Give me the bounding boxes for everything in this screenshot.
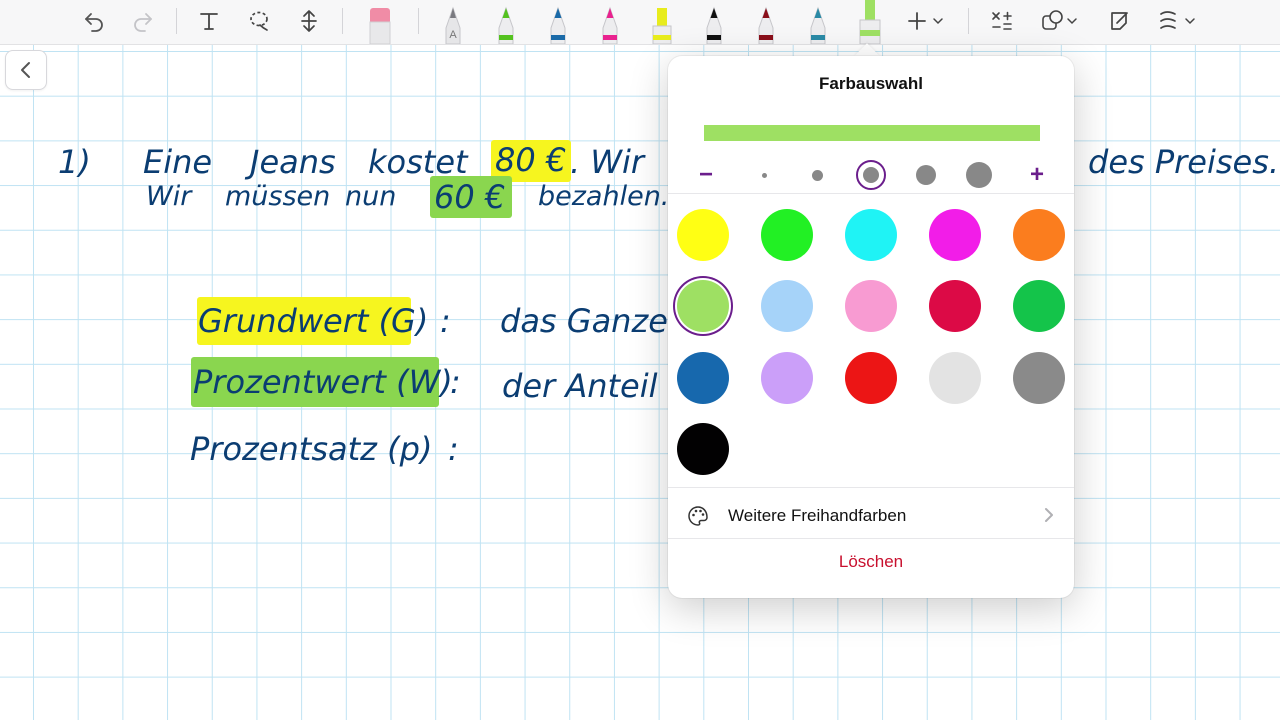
yellow-highlighter-tool[interactable]	[649, 2, 675, 45]
chevron-left-icon	[21, 62, 30, 78]
handwriting-word: . Wir	[570, 143, 645, 181]
color-swatch[interactable]	[1013, 209, 1065, 261]
handwriting-word: Wir	[146, 181, 192, 212]
decrease-size-button[interactable]: −	[688, 156, 724, 194]
add-icon[interactable]	[903, 4, 949, 38]
color-swatch[interactable]	[677, 352, 729, 404]
colon: :	[450, 363, 461, 401]
color-swatch[interactable]	[845, 280, 897, 332]
color-swatch-selected[interactable]	[677, 280, 729, 332]
stroke-size-selector: − +	[668, 156, 1074, 194]
term-prozentwert: Prozentwert (W)	[193, 363, 453, 401]
shapes-tool-icon[interactable]	[1037, 4, 1083, 38]
divider	[668, 538, 1074, 539]
chevron-right-icon	[1045, 508, 1053, 522]
handwriting-word: müssen	[225, 181, 331, 212]
color-swatch[interactable]	[845, 209, 897, 261]
stroke-preview	[704, 125, 1040, 141]
lasso-tool-icon[interactable]	[243, 4, 275, 38]
size-option[interactable]	[799, 156, 835, 194]
toolbar-divider	[176, 8, 177, 34]
green-pen-tool[interactable]	[493, 2, 519, 45]
color-swatch[interactable]	[929, 280, 981, 332]
color-swatch[interactable]	[677, 209, 729, 261]
color-swatch[interactable]	[1013, 352, 1065, 404]
handwriting-word: nun	[345, 181, 397, 212]
color-swatch[interactable]	[1013, 280, 1065, 332]
color-swatch[interactable]	[761, 209, 813, 261]
size-option[interactable]	[961, 156, 997, 194]
toolbar-divider	[418, 8, 419, 34]
handwriting-price: 80 €	[495, 141, 567, 179]
handwriting-word: Eine	[143, 143, 213, 181]
color-swatch[interactable]	[761, 352, 813, 404]
handwriting-word: des Preises.	[1088, 143, 1280, 181]
eraser-tool[interactable]	[367, 2, 393, 45]
color-swatch[interactable]	[845, 352, 897, 404]
color-picker-popover: Farbauswahl − + Weitere Freihandfarben L…	[668, 56, 1074, 598]
back-button[interactable]	[5, 50, 47, 90]
colon: :	[440, 302, 451, 340]
colon: :	[448, 430, 459, 468]
magenta-pen-tool[interactable]	[597, 2, 623, 45]
toolbar: A	[0, 0, 1280, 45]
handwriting-word: bezahlen.	[538, 181, 670, 212]
handwriting-number: 1)	[58, 143, 91, 181]
text-tool-icon[interactable]	[193, 4, 225, 38]
svg-text:A: A	[449, 29, 457, 41]
sticky-note-icon[interactable]	[1104, 4, 1136, 38]
term-prozentsatz: Prozentsatz (p)	[190, 430, 433, 468]
size-option[interactable]	[746, 156, 782, 194]
green-highlighter-tool[interactable]	[857, 0, 883, 45]
more-colors-label: Weitere Freihandfarben	[728, 506, 907, 525]
color-swatch[interactable]	[761, 280, 813, 332]
size-option[interactable]	[908, 156, 944, 194]
toolbar-divider	[342, 8, 343, 34]
handwriting-price: 60 €	[434, 178, 506, 216]
popover-title: Farbauswahl	[819, 74, 923, 93]
more-colors-row[interactable]: Weitere Freihandfarben	[668, 496, 1074, 536]
undo-icon[interactable]	[78, 4, 110, 38]
increase-size-button[interactable]: +	[1019, 156, 1055, 194]
handwriting-word: Jeans	[250, 143, 336, 181]
definition-prozentwert: der Anteil	[502, 367, 658, 405]
toolbar-divider	[968, 8, 969, 34]
color-swatch[interactable]	[677, 423, 729, 475]
color-swatch[interactable]	[929, 209, 981, 261]
pen-style-icon[interactable]	[1155, 4, 1201, 38]
term-grundwert: Grundwert (G)	[198, 302, 429, 340]
divider	[668, 487, 1074, 488]
black-pen-tool[interactable]	[701, 2, 727, 45]
palette-icon	[688, 506, 708, 526]
color-swatch[interactable]	[929, 352, 981, 404]
teal-pen-tool[interactable]	[805, 2, 831, 45]
handwriting-word: kostet	[368, 143, 468, 181]
redo-icon[interactable]	[127, 4, 159, 38]
insert-space-icon[interactable]	[293, 4, 325, 38]
math-tool-icon[interactable]	[986, 4, 1018, 38]
blue-pen-tool[interactable]	[545, 2, 571, 45]
definition-grundwert: das Ganze	[500, 302, 668, 340]
size-option-selected[interactable]	[853, 156, 889, 194]
divider	[668, 193, 1074, 194]
dark-red-pen-tool[interactable]	[753, 2, 779, 45]
pencil-tool[interactable]: A	[440, 2, 466, 45]
delete-button[interactable]: Löschen	[668, 552, 1074, 572]
